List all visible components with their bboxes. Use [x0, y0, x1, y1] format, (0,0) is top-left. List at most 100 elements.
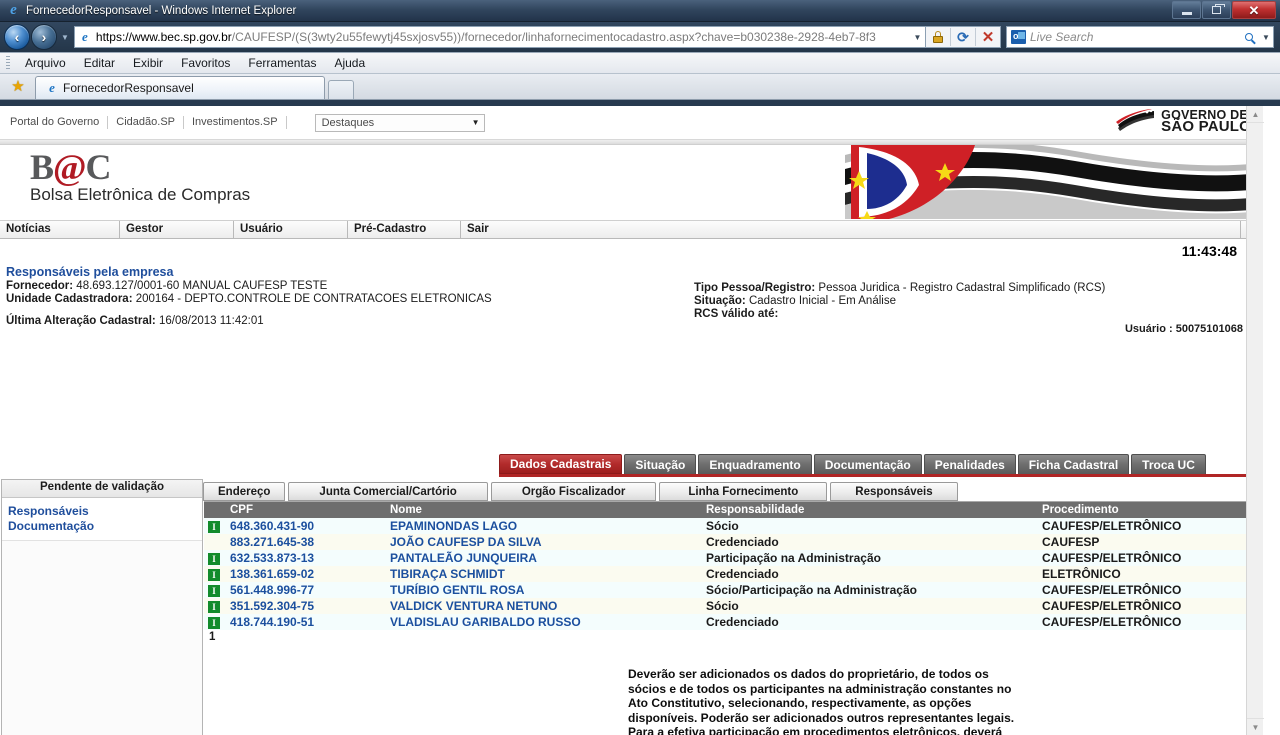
- menu-ajuda[interactable]: Ajuda: [325, 54, 374, 72]
- tab-ficha-cadastral[interactable]: Ficha Cadastral: [1017, 454, 1130, 474]
- history-dropdown-button[interactable]: ▼: [61, 33, 69, 42]
- info-icon[interactable]: I: [208, 569, 220, 581]
- nav-usuario[interactable]: Usuário: [234, 221, 348, 238]
- fornecedor-value: 48.693.127/0001-60 MANUAL CAUFESP TESTE: [76, 280, 328, 292]
- col-responsabilidade[interactable]: Responsabilidade: [702, 502, 1038, 518]
- stop-button[interactable]: ✕: [976, 27, 1000, 47]
- search-input[interactable]: Live Search: [1030, 30, 1239, 44]
- arrow-left-icon: ‹: [14, 29, 20, 45]
- subtab-orgao-fiscalizador[interactable]: Orgão Fiscalizador: [490, 482, 657, 501]
- tab-enquadramento[interactable]: Enquadramento: [698, 454, 812, 474]
- new-tab-button[interactable]: [328, 80, 354, 99]
- ultima-label: Última Alteração Cadastral:: [6, 315, 156, 327]
- link-portal-do-governo[interactable]: Portal do Governo: [8, 116, 109, 129]
- cell-nome[interactable]: TIBIRAÇA SCHMIDT: [386, 566, 702, 582]
- info-icon[interactable]: I: [208, 601, 220, 613]
- supplier-info-block: Responsáveis pela empresa Fornecedor: 48…: [0, 265, 1263, 337]
- subtab-linha-fornecimento[interactable]: Linha Fornecimento: [659, 482, 828, 501]
- address-bar[interactable]: e https://www.bec.sp.gov.br/CAUFESP/(S(3…: [73, 26, 1001, 48]
- content-area: Endereço Junta Comercial/Cartório Orgão …: [0, 479, 1263, 735]
- link-cidadao-sp[interactable]: Cidadão.SP: [108, 116, 184, 129]
- sidebar-item-responsaveis[interactable]: Responsáveis: [8, 504, 202, 519]
- scroll-up-icon[interactable]: ▲: [1247, 106, 1264, 123]
- menu-ferramentas[interactable]: Ferramentas: [239, 54, 325, 72]
- favorites-button[interactable]: ★: [5, 75, 31, 97]
- table-row[interactable]: I 632.533.873-13 PANTALEÃO JUNQUEIRA Par…: [204, 550, 1254, 566]
- search-provider-dropdown[interactable]: ▼: [1259, 33, 1273, 42]
- col-nome[interactable]: Nome: [386, 502, 702, 518]
- page-favicon-icon: e: [82, 29, 88, 44]
- table-row[interactable]: I 138.361.659-02 TIBIRAÇA SCHMIDT Creden…: [204, 566, 1254, 582]
- search-box[interactable]: Live Search ▼: [1006, 26, 1274, 48]
- search-icon[interactable]: [1239, 33, 1259, 41]
- info-icon[interactable]: I: [208, 617, 220, 629]
- cell-cpf[interactable]: 883.271.645-38: [226, 534, 386, 550]
- nav-sair[interactable]: Sair: [461, 221, 1241, 238]
- main-tab-bar: Dados Cadastrais Situação Enquadramento …: [499, 454, 1206, 474]
- table-row[interactable]: I 351.592.304-75 VALDICK VENTURA NETUNO …: [204, 598, 1254, 614]
- subtab-responsaveis[interactable]: Responsáveis: [830, 482, 958, 501]
- info-icon[interactable]: I: [208, 521, 220, 533]
- tab-documentacao[interactable]: Documentação: [813, 454, 922, 474]
- col-procedimento[interactable]: Procedimento: [1038, 502, 1254, 518]
- table-row[interactable]: I 561.448.996-77 TURÍBIO GENTIL ROSA Sóc…: [204, 582, 1254, 598]
- window-controls: ✕: [1172, 1, 1276, 19]
- governo-sp-logo[interactable]: GOVERNO DE SÃO PAULO: [1116, 109, 1251, 134]
- menu-exibir[interactable]: Exibir: [124, 54, 172, 72]
- cell-nome[interactable]: TURÍBIO GENTIL ROSA: [386, 582, 702, 598]
- menu-arquivo[interactable]: Arquivo: [16, 54, 75, 72]
- info-icon[interactable]: I: [208, 553, 220, 565]
- cell-cpf[interactable]: 351.592.304-75: [226, 598, 386, 614]
- cell-cpf[interactable]: 632.533.873-13: [226, 550, 386, 566]
- cell-cpf[interactable]: 418.744.190-51: [226, 614, 386, 630]
- cell-nome[interactable]: PANTALEÃO JUNQUEIRA: [386, 550, 702, 566]
- forward-button[interactable]: ›: [31, 24, 57, 50]
- cell-responsabilidade: Sócio: [702, 598, 1038, 614]
- lock-icon[interactable]: [926, 27, 950, 47]
- tab-penalidades[interactable]: Penalidades: [923, 454, 1016, 474]
- cell-cpf[interactable]: 561.448.996-77: [226, 582, 386, 598]
- restore-button[interactable]: [1202, 1, 1231, 19]
- table-row[interactable]: 883.271.645-38 JOÃO CAUFESP DA SILVA Cre…: [204, 534, 1254, 550]
- bec-logo[interactable]: B@C Bolsa Eletrônica de Compras: [30, 149, 250, 205]
- table-row[interactable]: I 418.744.190-51 VLADISLAU GARIBALDO RUS…: [204, 614, 1254, 630]
- url-input[interactable]: e https://www.bec.sp.gov.br/CAUFESP/(S(3…: [73, 26, 910, 48]
- cell-nome[interactable]: JOÃO CAUFESP DA SILVA: [386, 534, 702, 550]
- sidebar-item-documentacao[interactable]: Documentação: [8, 519, 202, 534]
- col-cpf[interactable]: CPF: [226, 502, 386, 518]
- info-icon[interactable]: I: [208, 585, 220, 597]
- scroll-down-icon[interactable]: ▼: [1247, 718, 1264, 735]
- situacao-value: Cadastro Inicial - Em Análise: [748, 295, 896, 307]
- refresh-button[interactable]: ⟳: [951, 27, 975, 47]
- page-scrollbar[interactable]: ▲ ▼: [1246, 106, 1264, 735]
- nav-noticias[interactable]: Notícias: [0, 221, 120, 238]
- nav-gestor[interactable]: Gestor: [120, 221, 234, 238]
- cell-responsabilidade: Credenciado: [702, 614, 1038, 630]
- tab-situacao[interactable]: Situação: [624, 454, 697, 474]
- cell-nome[interactable]: VALDICK VENTURA NETUNO: [386, 598, 702, 614]
- menu-editar[interactable]: Editar: [75, 54, 124, 72]
- subtab-junta-comercial[interactable]: Junta Comercial/Cartório: [288, 482, 488, 501]
- subtab-endereco[interactable]: Endereço: [203, 482, 286, 501]
- window-titlebar: e FornecedorResponsavel - Windows Intern…: [0, 0, 1280, 22]
- menu-favoritos[interactable]: Favoritos: [172, 54, 239, 72]
- cell-nome[interactable]: VLADISLAU GARIBALDO RUSSO: [386, 614, 702, 630]
- table-row[interactable]: I 648.360.431-90 EPAMINONDAS LAGO Sócio …: [204, 518, 1254, 534]
- browser-tab-fornecedorresponsavel[interactable]: e FornecedorResponsavel: [35, 76, 325, 99]
- close-button[interactable]: ✕: [1232, 1, 1276, 19]
- tab-dados-cadastrais[interactable]: Dados Cadastrais: [499, 454, 623, 474]
- toolbar-grip-icon[interactable]: [6, 56, 10, 70]
- cell-cpf[interactable]: 648.360.431-90: [226, 518, 386, 534]
- tipo-label: Tipo Pessoa/Registro:: [694, 282, 816, 294]
- cell-cpf[interactable]: 138.361.659-02: [226, 566, 386, 582]
- pending-validation-sidebar: Pendente de validação Responsáveis Docum…: [1, 479, 203, 735]
- destaques-select[interactable]: Destaques ▼: [314, 113, 485, 132]
- tab-troca-uc[interactable]: Troca UC: [1131, 454, 1206, 474]
- link-investimentos-sp[interactable]: Investimentos.SP: [184, 116, 287, 129]
- nav-pre-cadastro[interactable]: Pré-Cadastro: [348, 221, 461, 238]
- minimize-button[interactable]: [1172, 1, 1201, 19]
- back-button[interactable]: ‹: [4, 24, 30, 50]
- cell-nome[interactable]: EPAMINONDAS LAGO: [386, 518, 702, 534]
- url-dropdown-button[interactable]: ▼: [910, 26, 926, 48]
- pagination-current-page[interactable]: 1: [204, 630, 1259, 643]
